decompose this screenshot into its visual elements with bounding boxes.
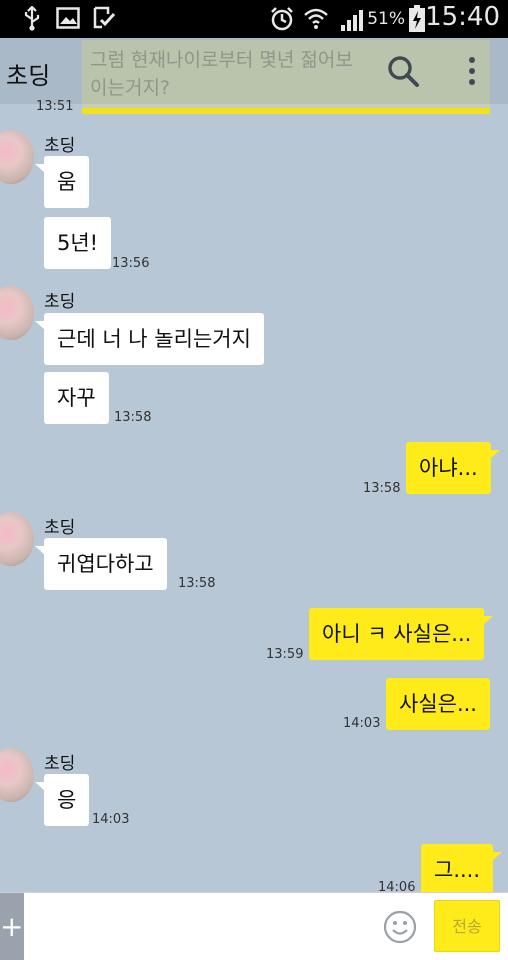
battery-percent: 51% — [367, 9, 405, 29]
message-bubble[interactable]: 자꾸 — [44, 372, 109, 424]
battery-icon — [409, 5, 425, 32]
alarm-icon — [271, 7, 293, 31]
message-time: 13:58 — [114, 410, 152, 425]
chat-title[interactable]: 초딩 — [6, 56, 50, 91]
chat-screen: 51% 15:40 초딩 그럼 현재나이로부터 몇년 젊어보이는거지? 13:5… — [0, 0, 508, 960]
sender-name: 초딩 — [44, 136, 76, 156]
message-bubble[interactable]: 응 — [34, 774, 90, 826]
message-input[interactable] — [28, 901, 372, 955]
message-bubble[interactable]: 근데 너 나 놀리는거지 — [35, 313, 264, 365]
avatar[interactable] — [0, 748, 34, 802]
sender-name: 초딩 — [44, 292, 76, 312]
wifi-icon — [304, 8, 328, 29]
message-bubble[interactable]: 5년! — [44, 217, 112, 269]
download-done-icon — [93, 6, 116, 29]
status-bar: 51% 15:40 — [0, 0, 508, 38]
message-bubble[interactable]: 귀엽다하고 — [35, 538, 167, 590]
message-bubble[interactable]: 아냐... — [406, 442, 500, 494]
input-bar: + — [0, 892, 508, 960]
image-icon — [56, 7, 80, 29]
pinned-time: 13:51 — [36, 99, 74, 114]
message-time: 14:03 — [92, 812, 130, 827]
message-time: 13:56 — [112, 256, 150, 271]
message-bubble[interactable]: 아니 ㅋ 사실은... — [309, 608, 494, 660]
message-time: 14:03 — [343, 716, 381, 731]
message-time: 13:58 — [363, 481, 401, 496]
avatar[interactable] — [0, 130, 34, 184]
message-time: 13:59 — [266, 647, 304, 662]
message-time: 13:58 — [178, 576, 216, 591]
message-bubble[interactable]: 움 — [34, 156, 90, 208]
avatar[interactable] — [0, 512, 34, 566]
usb-icon — [24, 6, 40, 31]
pinned-notice-text: 그럼 현재나이로부터 몇년 젊어보이는거지? — [90, 49, 353, 99]
clock: 15:40 — [425, 2, 500, 32]
signal-icon — [341, 10, 363, 31]
send-button[interactable]: 전송 — [434, 900, 500, 952]
message-bubble[interactable]: 사실은... — [386, 678, 490, 730]
avatar[interactable] — [0, 286, 34, 340]
pinned-notice[interactable]: 그럼 현재나이로부터 몇년 젊어보이는거지? — [82, 40, 490, 114]
attach-plus-button[interactable]: + — [0, 893, 24, 960]
emoji-icon[interactable] — [383, 910, 417, 944]
sender-name: 초딩 — [44, 518, 76, 538]
sender-name: 초딩 — [44, 754, 76, 774]
search-icon[interactable] — [386, 54, 420, 88]
message-bubble[interactable]: 그.... — [421, 844, 503, 896]
more-vertical-icon[interactable] — [466, 56, 478, 86]
